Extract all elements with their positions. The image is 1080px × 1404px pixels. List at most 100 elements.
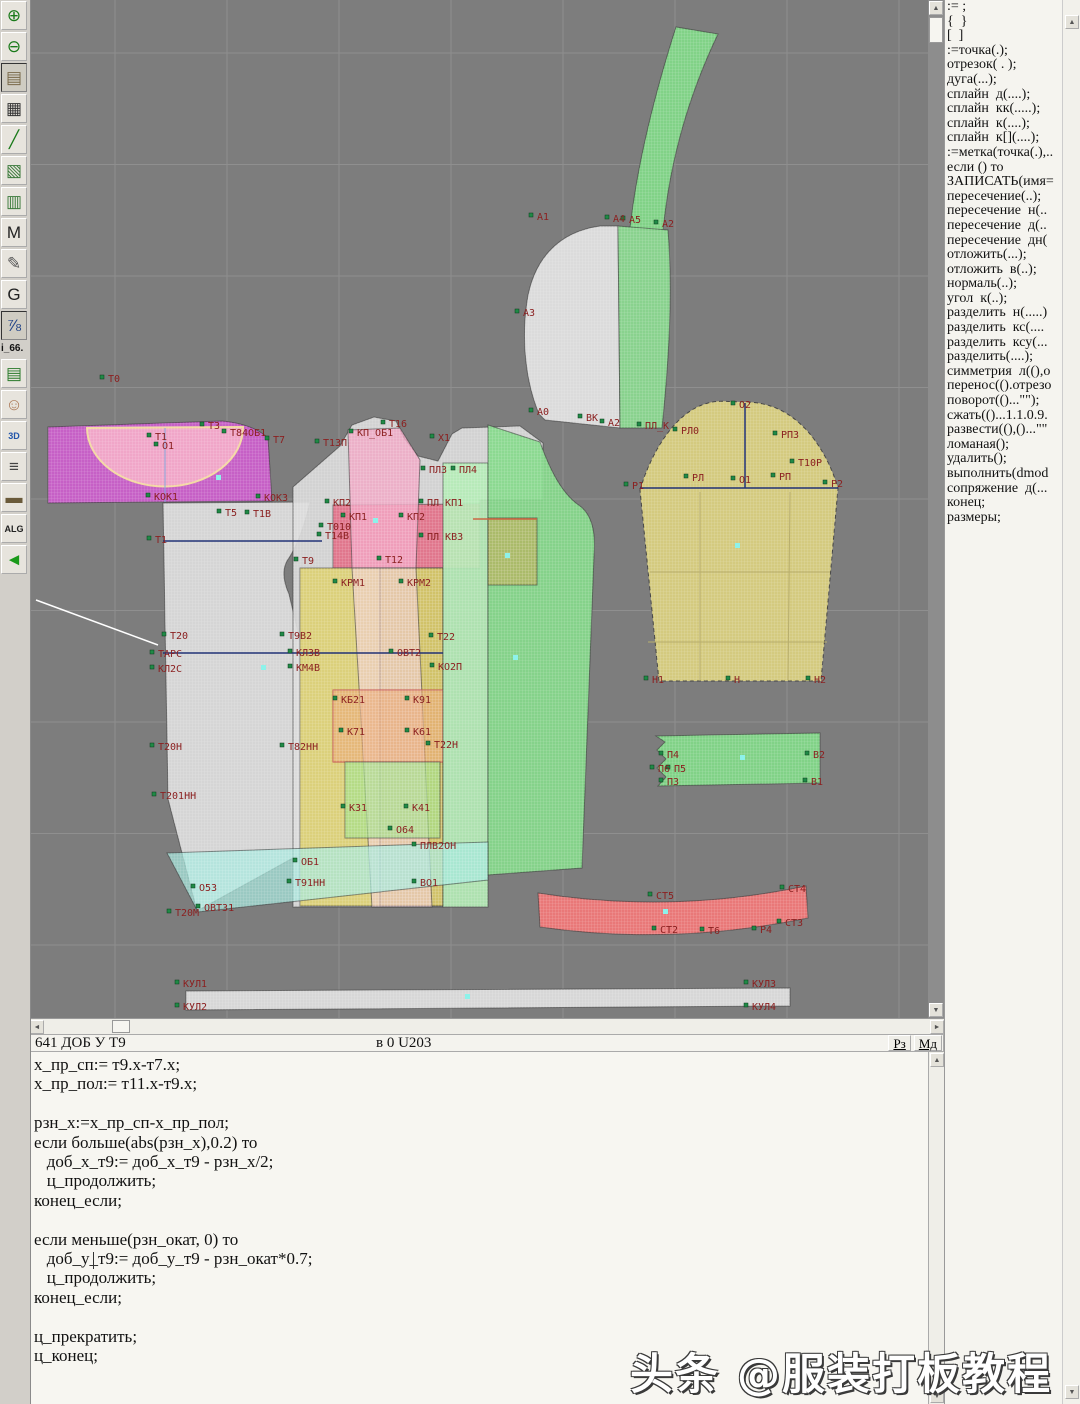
zoom-out-icon[interactable]: ⊖: [1, 32, 27, 61]
command-item[interactable]: симметрия л((),о: [945, 364, 1062, 380]
spreadsheet-icon[interactable]: ▤: [1, 359, 27, 388]
command-item[interactable]: размеры;: [945, 510, 1062, 526]
point-label: Т201НН: [160, 791, 196, 802]
point-label: А4: [613, 214, 625, 225]
command-item[interactable]: удалить();: [945, 452, 1062, 467]
point-label: Т5: [225, 508, 237, 519]
point-label: Т20Н: [158, 742, 182, 753]
pattern-frame-icon[interactable]: ▥: [1, 187, 27, 216]
point-label: Т1: [155, 535, 167, 546]
statusbar: 641 ДОБ У Т9 в 0 U203 Рз Мд: [30, 1034, 944, 1052]
command-item[interactable]: перенос(().отрезо: [945, 379, 1062, 394]
point-label: ПЛ_К: [645, 421, 669, 432]
point-label: КЛ3В: [296, 648, 320, 659]
pattern-m-icon[interactable]: M: [1, 218, 27, 247]
books-icon[interactable]: ▬: [1, 483, 27, 512]
point-label: ПЛ3: [429, 465, 447, 476]
canvas-vscrollbar[interactable]: ▲ ▼: [928, 0, 944, 1018]
command-item[interactable]: сплайн д(....);: [945, 87, 1062, 103]
command-item[interactable]: пересечение н(..: [945, 204, 1062, 219]
command-item[interactable]: :=метка(точка(.),..: [945, 145, 1062, 161]
command-item[interactable]: разделить н(.....): [945, 306, 1062, 321]
point-label: К41: [412, 803, 430, 814]
command-item[interactable]: отложить в(..);: [945, 262, 1062, 278]
scroll-up-icon[interactable]: ▲: [929, 1, 943, 15]
command-item[interactable]: разделить(....);: [945, 350, 1062, 365]
command-item[interactable]: пересечение(..);: [945, 189, 1062, 205]
grid-icon[interactable]: ▦: [1, 94, 27, 123]
drafting-tools-icon[interactable]: ✎: [1, 249, 27, 278]
pattern-sheet-icon[interactable]: ▤: [1, 63, 27, 92]
command-item[interactable]: нормаль(..);: [945, 277, 1062, 292]
point-label: Т91НН: [295, 878, 325, 889]
md-button[interactable]: Мд: [913, 1035, 942, 1051]
point-label: В2: [813, 750, 825, 761]
alg-icon[interactable]: ALG: [1, 514, 27, 543]
sheet-map-icon[interactable]: ▧: [1, 156, 27, 185]
zoom-in-icon[interactable]: ⊕: [1, 1, 27, 30]
point-label: СТ4: [788, 884, 806, 895]
command-item[interactable]: дуга(...);: [945, 72, 1062, 88]
point-label: Н1: [652, 675, 664, 686]
3d-icon[interactable]: 3D: [1, 421, 27, 450]
command-item[interactable]: :=точка(.);: [945, 43, 1062, 59]
point-label: КБ21: [341, 695, 365, 706]
point-label: Т20: [170, 631, 188, 642]
point-label: О2: [739, 400, 751, 411]
list-icon[interactable]: ≡: [1, 452, 27, 481]
g-letter-icon[interactable]: G: [1, 280, 27, 309]
scroll-right-icon[interactable]: ►: [930, 1020, 944, 1034]
command-item[interactable]: если () то: [945, 160, 1062, 176]
portrait-icon[interactable]: ☺: [1, 390, 27, 419]
canvas-hscroll-thumb[interactable]: [112, 1020, 130, 1033]
command-item[interactable]: отложить(...);: [945, 247, 1062, 263]
point-label: К71: [347, 727, 365, 738]
point-label: Т13П: [323, 438, 347, 449]
command-item[interactable]: разделить кс(....: [945, 320, 1062, 336]
command-item[interactable]: сплайн кк(.....);: [945, 102, 1062, 117]
command-item[interactable]: [ ]: [945, 29, 1062, 44]
text-cursor: [93, 1252, 94, 1269]
scroll-left-icon[interactable]: ◄: [30, 1020, 44, 1034]
command-item[interactable]: сплайн к(....);: [945, 116, 1062, 132]
canvas-vscroll-thumb[interactable]: [929, 17, 943, 43]
sizes-table-icon[interactable]: ⅞: [1, 311, 27, 340]
command-item[interactable]: сжать(()...1.1.0.9.: [945, 408, 1062, 424]
pattern-drawing[interactable]: Т0Т3Т84ОБ1Т1О1Т7КОК1 КОК3Т5 Т1ВТ1Т20ТАРСКЛ…: [30, 0, 928, 1018]
watermark: 头条 @服装打板教程: [630, 1350, 1052, 1400]
scroll-down-icon[interactable]: ▼: [929, 1003, 943, 1017]
pattern-canvas[interactable]: Т0 Т3 Т84ОБ1 Т1 О1 Т7 КОК1 КОК3 Т5 Т1В Т1 Т20 ТАРС КЛ…: [30, 0, 928, 1018]
code-line: конец_если;: [34, 1287, 122, 1307]
command-item[interactable]: := ;: [945, 0, 1062, 15]
command-item[interactable]: { }: [945, 14, 1062, 30]
exit-icon[interactable]: ◄: [1, 545, 27, 574]
canvas-hscrollbar[interactable]: ◄ ►: [30, 1018, 944, 1034]
command-item[interactable]: выполнить(dmod: [945, 466, 1062, 482]
command-panel-scrollbar[interactable]: ▲ ▼: [1062, 0, 1080, 1404]
code-line: если больше(abs(рзн_х),0.2) то: [34, 1132, 258, 1152]
command-item[interactable]: сплайн к[](....);: [945, 131, 1062, 146]
command-item[interactable]: угол к(..);: [945, 291, 1062, 307]
point-label: О1: [739, 475, 751, 486]
command-item[interactable]: ЗАПИСАТЬ(имя=: [945, 175, 1062, 190]
command-item[interactable]: сопряжение д(...: [945, 481, 1062, 497]
point-label: КУЛ4: [752, 1002, 776, 1013]
hood-left-hatch: [524, 226, 620, 428]
command-item[interactable]: ломаная();: [945, 437, 1062, 453]
command-item[interactable]: конец;: [945, 496, 1062, 511]
command-item[interactable]: развести((),()..."": [945, 423, 1062, 438]
command-item[interactable]: пересечение д(..: [945, 218, 1062, 234]
segment-icon[interactable]: ╱: [1, 125, 27, 154]
front-green-block-hatch: [345, 762, 440, 838]
scroll-up-icon[interactable]: ▲: [1065, 15, 1079, 29]
point-label: Р1: [632, 481, 644, 492]
command-item[interactable]: пересечение дн(: [945, 233, 1062, 249]
command-item[interactable]: поворот(()..."");: [945, 393, 1062, 409]
scroll-down-icon[interactable]: ▼: [1065, 1385, 1079, 1399]
rz-button[interactable]: Рз: [888, 1035, 911, 1051]
point-label: Т1В: [253, 509, 271, 520]
scroll-up-icon[interactable]: ▲: [930, 1053, 944, 1067]
command-item[interactable]: разделить ксу(...: [945, 335, 1062, 351]
command-item[interactable]: отрезок( . );: [945, 58, 1062, 73]
